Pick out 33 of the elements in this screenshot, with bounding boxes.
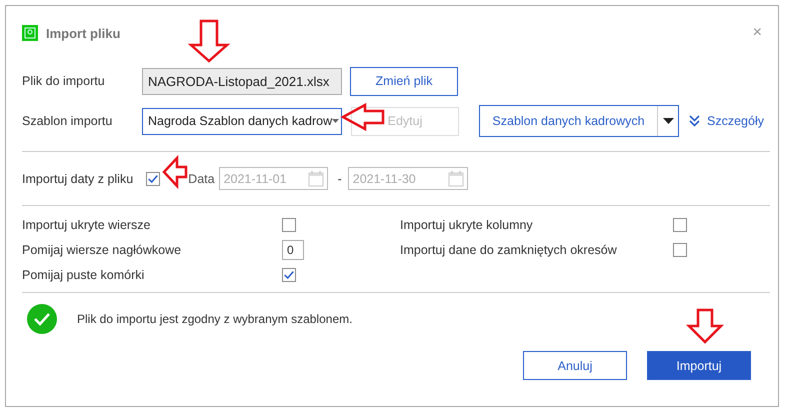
file-field: NAGRODA-Listopad_2021.xlsx: [142, 68, 342, 94]
change-file-button[interactable]: Zmień plik: [350, 66, 458, 96]
template-dropdown[interactable]: Nagroda Szablon danych kadrow: [142, 108, 342, 134]
field-label: Importuj daty z pliku: [22, 172, 134, 186]
annotation-arrow: [162, 154, 188, 190]
app-icon: [22, 25, 38, 41]
checkbox[interactable]: [282, 268, 296, 282]
window-title: Import pliku: [46, 26, 122, 40]
date-separator: -: [338, 172, 342, 186]
caret-icon: [332, 119, 340, 123]
details-link[interactable]: Szczegóły: [707, 114, 764, 128]
annotation-arrow: [188, 20, 230, 63]
number-field[interactable]: 0: [282, 240, 304, 260]
import-button[interactable]: Importuj: [647, 351, 751, 380]
calendar-icon: [308, 170, 324, 187]
checkbox[interactable]: [282, 218, 296, 232]
calendar-icon: [448, 170, 464, 187]
option-label: Importuj ukryte kolumny: [400, 218, 534, 232]
double-chevron-icon: [689, 115, 700, 127]
field-label: Szablon importu: [22, 114, 114, 128]
option-label: Pomijaj puste komórki: [22, 268, 146, 282]
field-label: Data: [188, 172, 215, 186]
checkbox[interactable]: [673, 243, 687, 257]
checkbox[interactable]: [673, 218, 687, 232]
field-label: Plik do importu: [22, 74, 106, 88]
option-label: Importuj dane do zamkniętych okresów: [400, 243, 618, 257]
annotation-arrow: [686, 308, 724, 344]
cancel-button[interactable]: Anuluj: [523, 351, 627, 380]
template-split-button[interactable]: Szablon danych kadrowych: [479, 105, 679, 137]
annotation-arrow: [340, 102, 384, 132]
status-message: Plik do importu jest zgodny z wybranym szablonem.: [77, 312, 352, 326]
option-label: Importuj ukryte wiersze: [22, 218, 152, 232]
option-label: Pomijaj wiersze nagłówkowe: [22, 243, 182, 257]
